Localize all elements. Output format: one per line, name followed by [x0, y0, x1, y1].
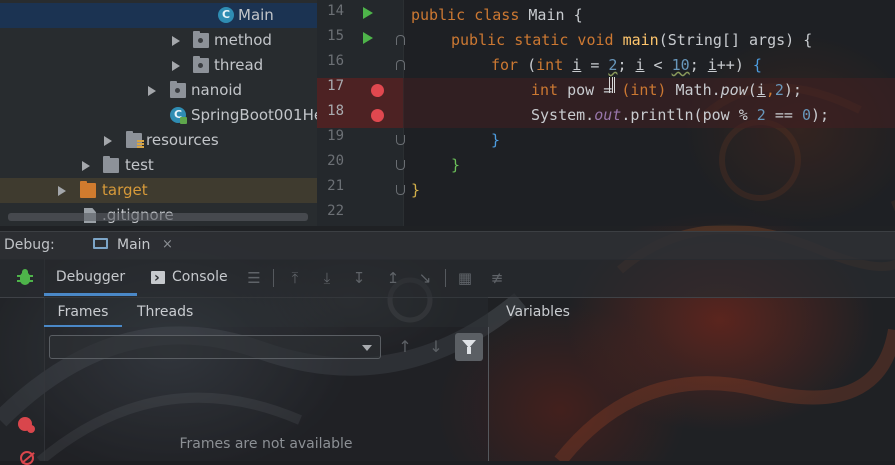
tree-item-method[interactable]: method — [0, 28, 317, 53]
tree-item-main[interactable]: C Main — [0, 3, 317, 28]
menu-icon[interactable]: ☰ — [245, 270, 263, 286]
run-to-cursor-icon[interactable]: ↘ — [416, 270, 434, 286]
code-line: } — [411, 181, 421, 199]
tree-item-thread[interactable]: thread — [0, 53, 317, 78]
variables-title: Variables — [506, 304, 570, 320]
code-editor[interactable]: public class Main { public static void m… — [403, 0, 895, 226]
line-number: 14 — [327, 3, 344, 19]
debug-bug-icon[interactable] — [17, 269, 33, 287]
debug-session-tab[interactable]: Main × — [84, 232, 184, 259]
fold-icon[interactable] — [396, 35, 405, 45]
debug-session-label: Main — [117, 237, 151, 253]
next-frame-icon[interactable]: ↓ — [428, 337, 444, 357]
tree-item-target[interactable]: target — [0, 178, 317, 203]
chevron-right-icon[interactable] — [104, 136, 112, 146]
code-line: } — [451, 156, 461, 174]
chevron-right-icon[interactable] — [58, 186, 66, 196]
tree-item-label: test — [125, 156, 154, 174]
tab-console-label: Console — [172, 269, 228, 285]
class-icon: C — [218, 7, 234, 23]
code-line: int pow = (int) Math.pow(i,2); — [531, 81, 802, 99]
frames-threads-tabs: Frames Threads — [44, 297, 488, 327]
fold-icon[interactable] — [396, 185, 405, 195]
tree-item-test[interactable]: test — [0, 153, 317, 178]
variables-panel[interactable] — [489, 327, 895, 461]
filter-icon[interactable] — [455, 333, 483, 361]
code-line: } — [491, 131, 501, 149]
toolbar-separator — [445, 269, 446, 287]
tab-frames[interactable]: Frames — [44, 297, 122, 327]
chevron-down-icon — [362, 345, 372, 351]
close-icon[interactable]: × — [162, 237, 173, 252]
tree-item-nanoid[interactable]: nanoid — [0, 78, 317, 103]
tree-item-label: method — [214, 31, 272, 49]
previous-frame-icon[interactable]: ↑ — [397, 337, 413, 357]
mouse-text-cursor — [609, 77, 615, 93]
breakpoint-icon[interactable] — [371, 109, 384, 122]
show-execution-point-icon[interactable]: ⤒ — [286, 270, 304, 286]
step-out-icon[interactable]: ↥ — [384, 270, 402, 286]
code-line: for (int i = 2; i < 10; i++) { — [491, 56, 762, 74]
tab-threads[interactable]: Threads — [137, 297, 193, 327]
line-number: 19 — [327, 128, 344, 144]
tab-console[interactable]: Console — [151, 259, 228, 297]
frames-panel: ↑ ↓ Frames are not available — [44, 327, 489, 461]
tree-item-springboot[interactable]: C SpringBoot001He — [0, 103, 317, 128]
toolbar-separator — [273, 269, 274, 287]
fold-icon[interactable] — [396, 160, 405, 170]
project-tree: C Main method thread nanoid C SpringBoot… — [0, 0, 317, 226]
spring-class-icon: C — [170, 107, 187, 124]
debug-title: Debug: — [4, 237, 55, 253]
chevron-right-icon[interactable] — [82, 161, 90, 171]
package-icon — [193, 31, 209, 48]
breakpoint-icon[interactable] — [371, 84, 384, 97]
code-line: public static void main(String[] args) { — [451, 31, 813, 49]
thread-select[interactable] — [49, 335, 381, 359]
tree-horizontal-scrollbar[interactable] — [8, 213, 308, 221]
run-gutter-icon[interactable] — [363, 32, 373, 44]
tree-item-label: nanoid — [191, 81, 243, 99]
fold-icon[interactable] — [396, 135, 405, 145]
frames-empty-message: Frames are not available — [179, 436, 353, 452]
mute-breakpoints-icon[interactable] — [20, 451, 34, 465]
tree-item-label: SpringBoot001He — [191, 106, 317, 124]
tree-item-label: Main — [238, 6, 274, 24]
evaluate-expression-icon[interactable]: ▦ — [456, 270, 474, 286]
chevron-right-icon[interactable] — [172, 61, 180, 71]
line-number: 17 — [327, 78, 344, 94]
code-line: System.out.println(pow % 2 == 0); — [531, 106, 830, 124]
folder-icon — [80, 181, 96, 198]
tree-item-label: target — [102, 181, 148, 199]
variables-header: Variables — [489, 297, 895, 327]
folder-icon — [103, 156, 119, 173]
tab-debugger[interactable]: Debugger — [44, 259, 137, 296]
chevron-right-icon[interactable] — [148, 86, 156, 96]
console-icon — [151, 260, 165, 297]
tree-item-label: resources — [146, 131, 219, 149]
line-number: 15 — [327, 28, 344, 44]
line-number: 20 — [327, 153, 344, 169]
line-number: 22 — [327, 203, 344, 219]
debug-toolbar: Debugger Console ☰ ⤒ ⤓ ↧ ↥ ↘ ▦ ≢ — [0, 259, 895, 298]
run-gutter-icon[interactable] — [363, 7, 373, 19]
step-over-icon[interactable]: ⤓ — [318, 270, 336, 286]
tree-item-resources[interactable]: resources — [0, 128, 317, 153]
line-number: 21 — [327, 178, 344, 194]
application-icon — [93, 238, 108, 249]
chevron-right-icon[interactable] — [172, 36, 180, 46]
line-number: 18 — [327, 103, 344, 119]
fold-icon[interactable] — [396, 60, 405, 70]
trace-icon[interactable]: ≢ — [488, 270, 506, 286]
resources-folder-icon — [126, 131, 144, 149]
view-breakpoints-badge — [27, 425, 35, 433]
package-icon — [170, 81, 186, 98]
step-into-icon[interactable]: ↧ — [350, 270, 368, 286]
package-icon — [193, 56, 209, 73]
code-line: public class Main { — [411, 6, 583, 24]
debug-tool-window-header: Debug: Main × — [0, 231, 895, 260]
tree-item-label: thread — [214, 56, 264, 74]
line-number: 16 — [327, 53, 344, 69]
